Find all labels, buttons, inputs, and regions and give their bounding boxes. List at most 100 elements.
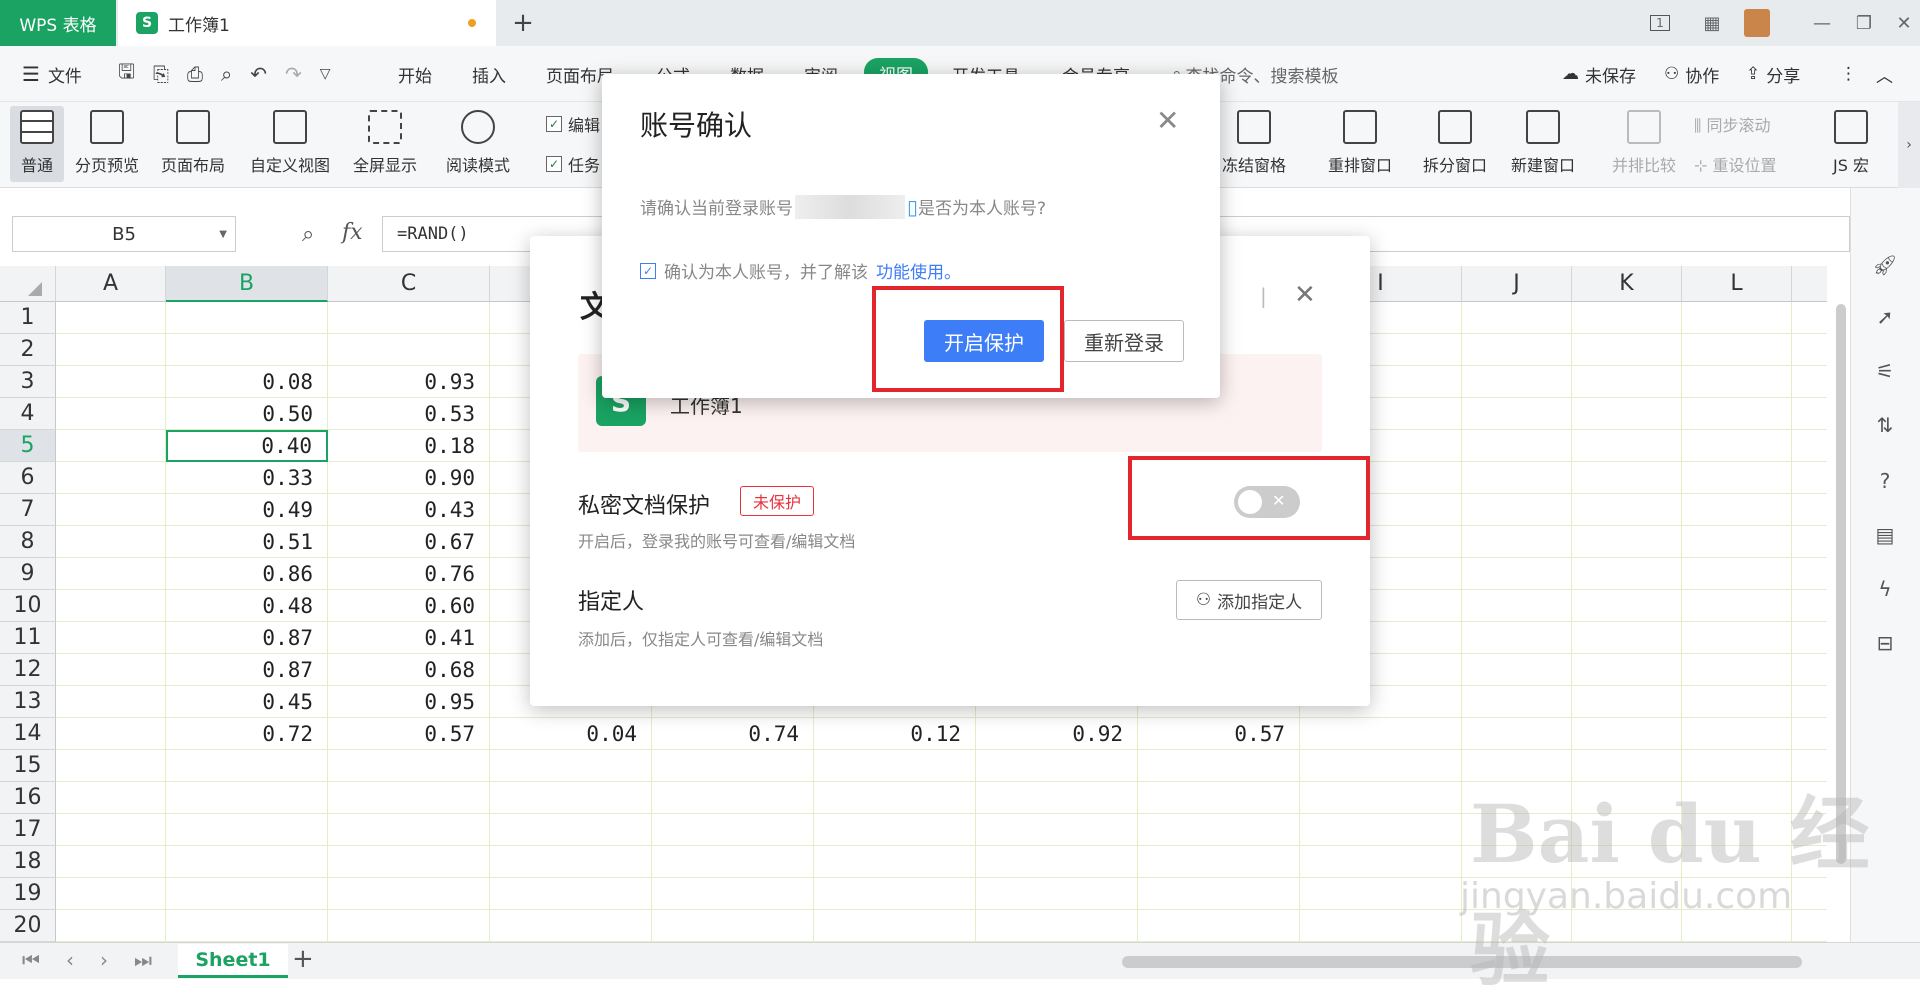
cell-l2[interactable]: [1682, 334, 1792, 366]
cell-m7[interactable]: [1792, 494, 1827, 526]
cell-l3[interactable]: [1682, 366, 1792, 398]
column-header-b[interactable]: B: [166, 266, 328, 302]
cell-b11[interactable]: 0.87: [166, 622, 328, 654]
sheet-tab-sheet1[interactable]: Sheet1: [178, 944, 288, 978]
cell-d19[interactable]: [490, 878, 652, 910]
book-icon[interactable]: ⊟: [1870, 628, 1900, 658]
cell-j5[interactable]: [1462, 430, 1572, 462]
cell-m11[interactable]: [1792, 622, 1827, 654]
confirm-checkbox[interactable]: ✓ 确认为本人账号，并了解该 功能使用。: [640, 258, 961, 283]
cell-c18[interactable]: [328, 846, 490, 878]
cell-b8[interactable]: 0.51: [166, 526, 328, 558]
redo-icon[interactable]: ↷: [285, 62, 302, 86]
cell-d14[interactable]: 0.04: [490, 718, 652, 750]
cell-e14[interactable]: 0.74: [652, 718, 814, 750]
cell-b19[interactable]: [166, 878, 328, 910]
cell-j1[interactable]: [1462, 302, 1572, 334]
cell-c14[interactable]: 0.57: [328, 718, 490, 750]
cell-a14[interactable]: [56, 718, 166, 750]
cell-l13[interactable]: [1682, 686, 1792, 718]
js-macro-button[interactable]: JS 宏: [1818, 106, 1884, 182]
row-header-4[interactable]: 4: [0, 398, 56, 430]
cell-m6[interactable]: [1792, 462, 1827, 494]
cell-h16[interactable]: [1138, 782, 1300, 814]
add-designee-button[interactable]: ⚇ 添加指定人: [1176, 580, 1322, 620]
cell-g17[interactable]: [976, 814, 1138, 846]
cell-a13[interactable]: [56, 686, 166, 718]
cell-l7[interactable]: [1682, 494, 1792, 526]
cell-a16[interactable]: [56, 782, 166, 814]
row-header-15[interactable]: 15: [0, 750, 56, 782]
cell-a10[interactable]: [56, 590, 166, 622]
cell-d20[interactable]: [490, 910, 652, 942]
close-icon[interactable]: ✕: [1294, 280, 1316, 310]
cell-i18[interactable]: [1300, 846, 1462, 878]
more-icon[interactable]: ⋮: [1840, 62, 1857, 86]
cell-a15[interactable]: [56, 750, 166, 782]
cell-f20[interactable]: [814, 910, 976, 942]
save-icon[interactable]: 🖫: [118, 57, 135, 91]
cell-l8[interactable]: [1682, 526, 1792, 558]
next-sheet-icon[interactable]: ›: [100, 948, 108, 972]
cell-c16[interactable]: [328, 782, 490, 814]
cell-k5[interactable]: [1572, 430, 1682, 462]
column-header-j[interactable]: J: [1462, 266, 1572, 302]
cell-e20[interactable]: [652, 910, 814, 942]
cell-b9[interactable]: 0.86: [166, 558, 328, 590]
column-header-c[interactable]: C: [328, 266, 490, 302]
cell-i19[interactable]: [1300, 878, 1462, 910]
cell-b18[interactable]: [166, 846, 328, 878]
row-header-6[interactable]: 6: [0, 462, 56, 494]
close-window-icon[interactable]: ✕: [1888, 8, 1920, 38]
cell-m12[interactable]: [1792, 654, 1827, 686]
cell-b15[interactable]: [166, 750, 328, 782]
cell-c1[interactable]: [328, 302, 490, 334]
print-preview-icon[interactable]: ⌕: [221, 62, 232, 86]
cell-l14[interactable]: [1682, 718, 1792, 750]
cell-m1[interactable]: [1792, 302, 1827, 334]
cell-j4[interactable]: [1462, 398, 1572, 430]
cell-h19[interactable]: [1138, 878, 1300, 910]
chart-icon[interactable]: ▤: [1870, 520, 1900, 550]
cell-k6[interactable]: [1572, 462, 1682, 494]
cell-a20[interactable]: [56, 910, 166, 942]
cell-j7[interactable]: [1462, 494, 1572, 526]
cell-b14[interactable]: 0.72: [166, 718, 328, 750]
cell-m9[interactable]: [1792, 558, 1827, 590]
column-header-l[interactable]: L: [1682, 266, 1792, 302]
cell-d17[interactable]: [490, 814, 652, 846]
feature-usage-link[interactable]: 功能使用。: [876, 258, 961, 283]
cell-c2[interactable]: [328, 334, 490, 366]
cell-k11[interactable]: [1572, 622, 1682, 654]
edit-checkbox[interactable]: ✓ 编辑: [546, 112, 600, 136]
cell-j8[interactable]: [1462, 526, 1572, 558]
cursor-icon[interactable]: ➚: [1870, 302, 1900, 332]
row-header-16[interactable]: 16: [0, 782, 56, 814]
new-tab-button[interactable]: +: [508, 8, 538, 38]
cell-m5[interactable]: [1792, 430, 1827, 462]
cell-k12[interactable]: [1572, 654, 1682, 686]
menu-home[interactable]: 开始: [398, 62, 432, 87]
name-box[interactable]: B5 ▼: [12, 216, 236, 252]
cell-j6[interactable]: [1462, 462, 1572, 494]
cell-j11[interactable]: [1462, 622, 1572, 654]
cell-b7[interactable]: 0.49: [166, 494, 328, 526]
cell-c5[interactable]: 0.18: [328, 430, 490, 462]
cell-f17[interactable]: [814, 814, 976, 846]
cell-a17[interactable]: [56, 814, 166, 846]
row-header-2[interactable]: 2: [0, 334, 56, 366]
cell-d18[interactable]: [490, 846, 652, 878]
help-icon[interactable]: ?: [1870, 466, 1900, 496]
cell-a1[interactable]: [56, 302, 166, 334]
cell-k14[interactable]: [1572, 718, 1682, 750]
cell-k13[interactable]: [1572, 686, 1682, 718]
cell-c13[interactable]: 0.95: [328, 686, 490, 718]
cell-e15[interactable]: [652, 750, 814, 782]
unsaved-status[interactable]: ☁ 未保存: [1562, 62, 1636, 87]
cell-c10[interactable]: 0.60: [328, 590, 490, 622]
cell-g14[interactable]: 0.92: [976, 718, 1138, 750]
last-sheet-icon[interactable]: ⏭: [134, 948, 152, 972]
restore-icon[interactable]: ❐: [1848, 8, 1880, 38]
page-layout-button[interactable]: 页面布局: [154, 106, 232, 182]
cell-i15[interactable]: [1300, 750, 1462, 782]
